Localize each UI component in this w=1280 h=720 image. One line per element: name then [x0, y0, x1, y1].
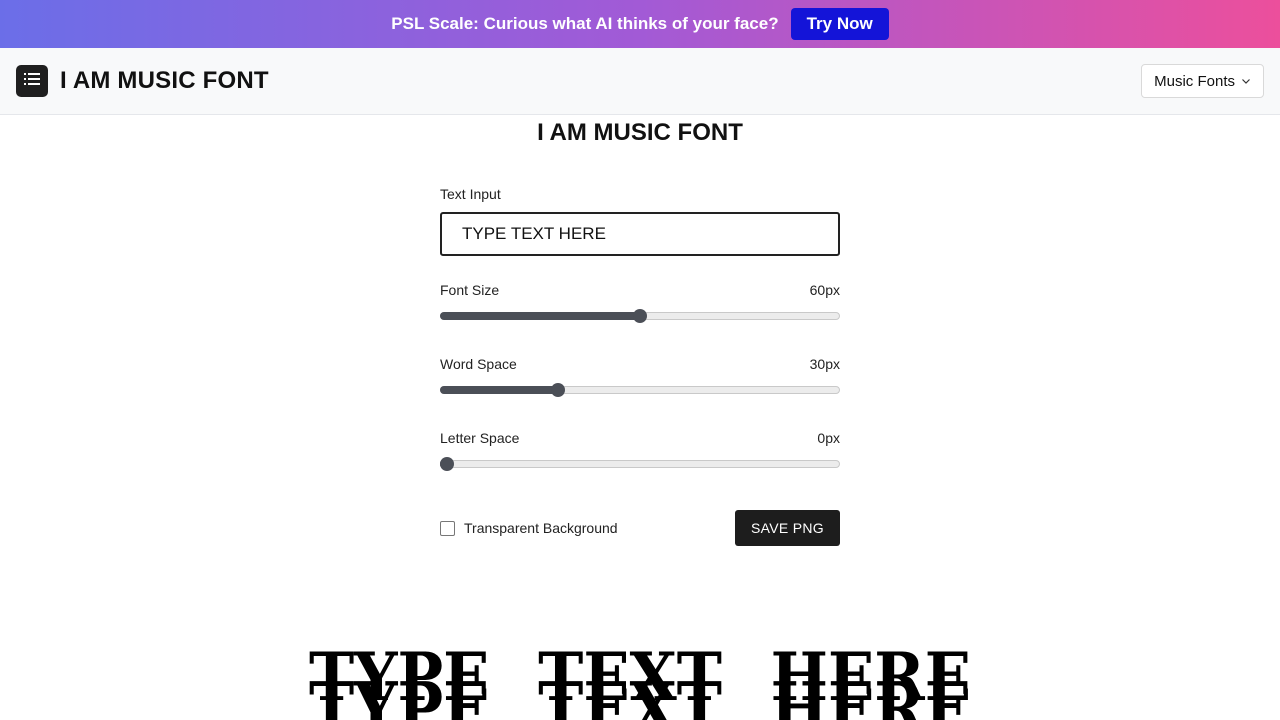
font-generator-form: Text Input Font Size 60px Word Space 30p… [440, 186, 840, 546]
text-input[interactable] [440, 212, 840, 256]
font-size-group: Font Size 60px [440, 282, 840, 324]
page-title: I AM MUSIC FONT [537, 119, 743, 146]
app-title[interactable]: I AM MUSIC FONT [60, 67, 269, 95]
slider-thumb[interactable] [633, 309, 647, 323]
font-size-value: 60px [809, 282, 840, 298]
word-space-group: Word Space 30px [440, 356, 840, 398]
transparent-background-option[interactable]: Transparent Background [440, 520, 618, 536]
word-space-label: Word Space [440, 356, 517, 372]
slider-thumb[interactable] [551, 383, 565, 397]
sidebar-toggle-button[interactable] [16, 65, 48, 97]
transparent-background-checkbox[interactable] [440, 520, 455, 536]
letter-space-group: Letter Space 0px [440, 430, 840, 472]
transparent-background-label: Transparent Background [464, 520, 618, 536]
text-input-group: Text Input [440, 186, 840, 256]
slider-thumb[interactable] [440, 457, 454, 471]
app-header: I AM MUSIC FONT Music Fonts [0, 48, 1280, 115]
font-preview: TYPE TEXT HERE TYPE TEXT HERE [0, 630, 1280, 720]
slider-fill [440, 312, 640, 320]
promo-text: PSL Scale: Curious what AI thinks of you… [391, 14, 779, 33]
letter-space-value: 0px [817, 430, 840, 446]
promo-banner: PSL Scale: Curious what AI thinks of you… [0, 0, 1280, 48]
preview-text-shadow: TYPE TEXT HERE [308, 666, 972, 720]
font-size-label: Font Size [440, 282, 500, 298]
slider-track [440, 460, 840, 468]
word-space-value: 30px [809, 356, 840, 372]
chevron-down-icon [1241, 73, 1251, 90]
music-fonts-dropdown[interactable]: Music Fonts [1141, 64, 1264, 98]
try-now-button[interactable]: Try Now [790, 8, 889, 40]
slider-fill [440, 386, 558, 394]
actions-row: Transparent Background SAVE PNG [440, 510, 840, 546]
save-png-button[interactable]: SAVE PNG [735, 510, 840, 546]
font-size-slider[interactable] [440, 308, 840, 324]
letter-space-label: Letter Space [440, 430, 520, 446]
dropdown-label: Music Fonts [1154, 72, 1235, 90]
text-input-label: Text Input [440, 186, 501, 202]
word-space-slider[interactable] [440, 382, 840, 398]
letter-space-slider[interactable] [440, 456, 840, 472]
sidebar-menu-icon [23, 71, 41, 91]
